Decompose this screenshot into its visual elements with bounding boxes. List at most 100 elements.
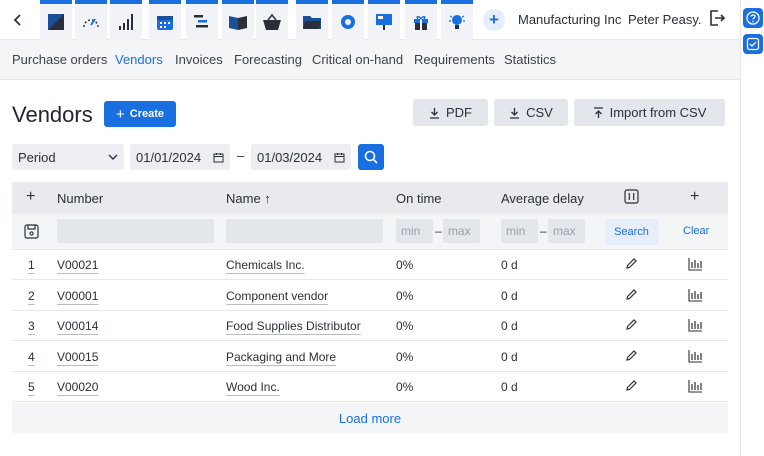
app-gift[interactable]: [405, 0, 437, 40]
folder-icon: [303, 16, 321, 29]
app-signal[interactable]: [110, 0, 142, 40]
export-csv-button[interactable]: CSV: [494, 99, 568, 126]
edit-button[interactable]: [625, 379, 638, 395]
tab-vendors[interactable]: Vendors: [115, 52, 163, 67]
export-pdf-button[interactable]: PDF: [413, 99, 488, 126]
row-index: 3: [28, 319, 35, 333]
table-row[interactable]: 3 V00014 Food Supplies Distributor 0% 0 …: [12, 311, 728, 341]
column-average-delay[interactable]: Average delay: [501, 191, 584, 206]
vendor-name[interactable]: Component vendor: [226, 289, 328, 303]
table-row[interactable]: 2 V00001 Component vendor 0% 0 d: [12, 281, 728, 311]
app-ideas[interactable]: [441, 0, 473, 40]
tab-forecasting[interactable]: Forecasting: [234, 52, 302, 67]
columns-settings-button[interactable]: [624, 189, 639, 207]
download-icon: [430, 107, 439, 119]
right-rail: [740, 0, 764, 456]
save-filter-button[interactable]: [24, 224, 39, 242]
edit-button[interactable]: [625, 349, 638, 365]
back-button[interactable]: [4, 6, 32, 34]
vendor-number[interactable]: V00014: [57, 319, 98, 333]
column-number[interactable]: Number: [57, 191, 103, 206]
vendor-name[interactable]: Food Supplies Distributor: [226, 319, 361, 333]
chevron-left-icon: [13, 14, 21, 26]
column-name[interactable]: Name ↑: [226, 191, 271, 206]
statistics-button[interactable]: [688, 257, 703, 274]
user-name[interactable]: Peter Peasy.: [628, 12, 701, 27]
table-row[interactable]: 1 V00021 Chemicals Inc. 0% 0 d: [12, 250, 728, 280]
import-csv-button[interactable]: Import from CSV: [574, 99, 725, 126]
row-index: 1: [28, 258, 35, 272]
add-app-button[interactable]: +: [483, 9, 505, 31]
statistics-button[interactable]: [688, 379, 703, 396]
create-button[interactable]: + Create: [104, 101, 176, 127]
filter-clear-button[interactable]: Clear: [683, 225, 709, 237]
chevron-down-icon: [108, 154, 118, 160]
search-button[interactable]: [358, 144, 384, 170]
app-analytics[interactable]: [40, 0, 72, 40]
date-to-field[interactable]: 01/03/2024: [251, 144, 351, 170]
statistics-button[interactable]: [688, 349, 703, 366]
table-row[interactable]: 5 V00020 Wood Inc. 0% 0 d: [12, 372, 728, 402]
vendor-number[interactable]: V00020: [57, 380, 98, 394]
tab-statistics[interactable]: Statistics: [504, 52, 556, 67]
app-book[interactable]: [222, 0, 254, 40]
vendor-name[interactable]: Packaging and More: [226, 350, 336, 364]
on-time-min-input[interactable]: min: [396, 219, 433, 243]
table-row[interactable]: 4 V00015 Packaging and More 0% 0 d: [12, 342, 728, 372]
vendor-number[interactable]: V00001: [57, 289, 98, 303]
top-toolbar: + Manufacturing Inc Peter Peasy.: [0, 0, 740, 40]
column-on-time[interactable]: On time: [396, 191, 442, 206]
app-basket[interactable]: [256, 0, 288, 40]
number-filter-input[interactable]: [57, 219, 214, 243]
name-filter-input[interactable]: [226, 219, 383, 243]
vendor-number[interactable]: V00021: [57, 258, 98, 272]
tab-invoices[interactable]: Invoices: [175, 52, 223, 67]
vendor-on-time: 0%: [396, 289, 414, 303]
tab-requirements[interactable]: Requirements: [414, 52, 495, 67]
edit-button[interactable]: [625, 318, 638, 334]
gift-icon: [414, 15, 428, 30]
vendor-name[interactable]: Chemicals Inc.: [226, 258, 305, 272]
gauge-icon: [83, 18, 99, 28]
help-icon: [746, 11, 760, 25]
statistics-button[interactable]: [688, 288, 703, 305]
app-folder[interactable]: [296, 0, 328, 40]
app-settings[interactable]: [332, 0, 364, 40]
period-select[interactable]: Period: [12, 144, 124, 170]
load-more-button[interactable]: Load more: [12, 403, 728, 433]
company-name[interactable]: Manufacturing Inc: [518, 12, 621, 27]
edit-button[interactable]: [625, 257, 638, 273]
logout-icon: [710, 10, 726, 26]
bar-chart-icon: [688, 380, 702, 393]
delay-max-input[interactable]: max: [548, 219, 585, 243]
edit-button[interactable]: [625, 288, 638, 304]
vendor-name[interactable]: Wood Inc.: [226, 380, 280, 394]
vendor-number[interactable]: V00015: [57, 350, 98, 364]
statistics-button[interactable]: [688, 318, 703, 335]
on-time-max-input[interactable]: max: [443, 219, 480, 243]
period-label: Period: [18, 149, 56, 165]
app-presentation[interactable]: [368, 0, 400, 40]
on-time-range-separator: –: [435, 224, 442, 238]
help-button[interactable]: [743, 8, 763, 28]
row-index: 4: [28, 350, 35, 364]
tab-purchase-orders[interactable]: Purchase orders: [12, 52, 107, 67]
app-calendar[interactable]: [149, 0, 181, 40]
vendor-average-delay: 0 d: [501, 258, 518, 272]
date-from-field[interactable]: 01/01/2024: [130, 144, 230, 170]
filter-search-button[interactable]: Search: [605, 219, 658, 245]
calendar-icon: [157, 16, 173, 30]
logout-button[interactable]: [708, 9, 726, 30]
delay-min-input[interactable]: min: [501, 219, 538, 243]
tab-critical-on-hand[interactable]: Critical on-hand: [312, 52, 403, 67]
plus-icon: +: [115, 105, 125, 123]
calendar-icon: [334, 152, 345, 162]
add-column-button[interactable]: +: [690, 188, 699, 206]
app-gantt[interactable]: [186, 0, 218, 40]
analytics-icon: [48, 14, 64, 30]
delay-range-separator: –: [540, 224, 547, 238]
add-row-button[interactable]: +: [26, 188, 35, 206]
app-gauge[interactable]: [75, 0, 107, 40]
tasks-button[interactable]: [743, 34, 763, 54]
save-icon: [24, 224, 39, 239]
